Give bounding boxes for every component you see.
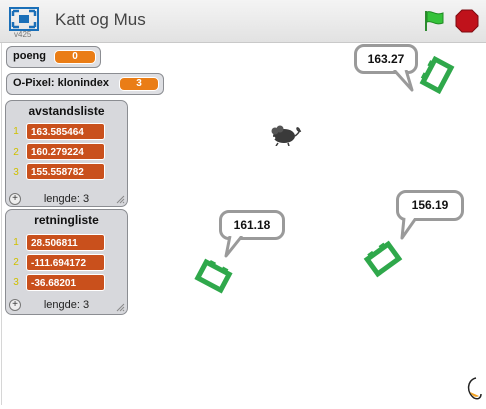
list-title: retningliste [34,213,99,227]
variable-value: 0 [54,50,96,64]
cat-sprite-icon[interactable] [418,55,456,95]
speech-bubble-text: 163.27 [367,52,405,66]
list-index: 1 [13,237,19,248]
list-item[interactable]: 163.585464 [26,123,105,140]
resize-handle-icon[interactable] [115,302,125,312]
list-index: 2 [13,147,19,158]
list-index: 3 [13,167,19,178]
list-title: avstandsliste [28,104,105,118]
list-item[interactable]: 160.279224 [26,143,105,160]
green-flag-icon[interactable] [422,9,446,33]
version-label: v425 [14,30,32,39]
list-monitor-retningliste[interactable]: retningliste 1 28.506811 2 -111.694172 3… [5,209,128,315]
variable-monitor-klonindex[interactable]: O-Pixel: klonindex 3 [6,73,164,95]
speech-bubble-tail-icon [400,218,418,240]
list-length: lengde: 3 [43,299,90,311]
title-bar: v425 Katt og Mus [0,0,486,43]
speech-bubble-tail-icon [224,236,244,258]
list-item[interactable]: -36.68201 [26,274,105,291]
list-index: 2 [13,257,19,268]
list-item[interactable]: 155.558782 [26,163,105,180]
list-index: 3 [13,277,19,288]
speech-bubble: 156.19 [396,190,464,221]
list-monitor-avstandsliste[interactable]: avstandsliste 1 163.585464 2 160.279224 … [5,100,128,207]
list-index: 1 [13,126,19,137]
cat-sprite-icon[interactable] [362,238,404,280]
cat-sprite-icon[interactable] [192,258,234,296]
speech-bubble-text: 156.19 [411,198,449,212]
variable-label: O-Pixel: klonindex [13,77,109,89]
list-item[interactable]: -111.694172 [26,254,105,271]
resize-handle-icon[interactable] [115,194,125,204]
fullscreen-icon[interactable] [9,7,39,31]
list-length: lengde: 3 [43,193,90,205]
variable-label: poeng [13,50,46,62]
stop-icon[interactable] [455,9,479,33]
mouse-sprite-icon[interactable] [268,124,304,146]
speech-bubble-tail-icon [392,70,414,92]
variable-value: 3 [119,77,159,91]
speech-bubble-text: 161.18 [233,218,271,232]
partial-sprite-icon [467,377,482,400]
list-item[interactable]: 28.506811 [26,234,105,251]
variable-monitor-poeng[interactable]: poeng 0 [6,46,101,68]
project-title: Katt og Mus [55,10,146,29]
